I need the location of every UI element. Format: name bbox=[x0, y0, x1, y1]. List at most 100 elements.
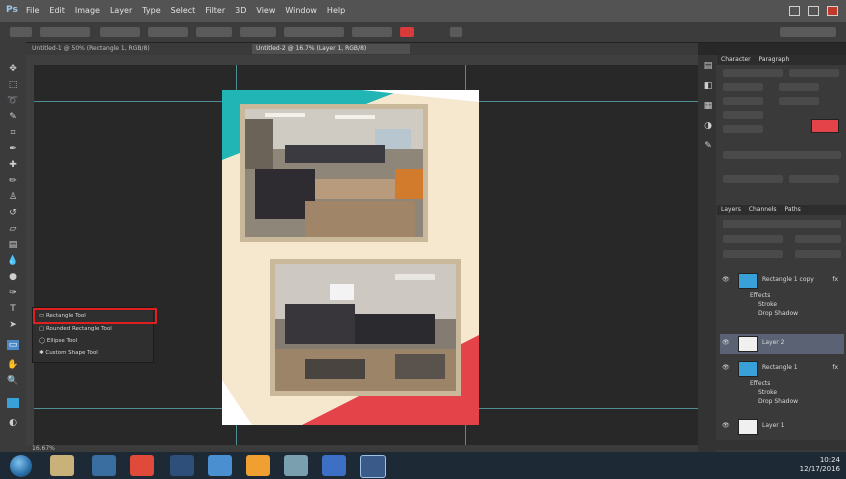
visibility-eye-icon[interactable]: 👁 bbox=[722, 339, 730, 346]
adjustments-panel-icon[interactable]: ◑ bbox=[702, 121, 714, 131]
kerning-field[interactable] bbox=[723, 97, 763, 105]
menu-select[interactable]: Select bbox=[171, 6, 196, 15]
menu-layer[interactable]: Layer bbox=[110, 6, 132, 15]
flyout-item-rounded-rectangle[interactable]: ▢ Rounded Rectangle Tool bbox=[39, 324, 149, 334]
type-tool-icon[interactable]: T bbox=[7, 304, 19, 314]
hand-tool-icon[interactable]: ✋ bbox=[7, 360, 19, 370]
shape-tool-icon[interactable]: ▭ bbox=[7, 340, 19, 350]
media-taskbar-icon[interactable] bbox=[92, 455, 116, 476]
gradient-tool-icon[interactable]: ▤ bbox=[7, 240, 19, 250]
align-edges-button[interactable] bbox=[352, 27, 392, 37]
menu-filter[interactable]: Filter bbox=[205, 6, 225, 15]
blend-mode-select[interactable] bbox=[723, 235, 783, 243]
marquee-tool-icon[interactable]: ⬚ bbox=[7, 80, 19, 90]
type-style-buttons[interactable] bbox=[723, 151, 841, 159]
layer-name[interactable]: Layer 1 bbox=[762, 422, 784, 429]
app-taskbar-icon[interactable] bbox=[170, 455, 194, 476]
move-tool-icon[interactable]: ✥ bbox=[7, 64, 19, 74]
gear-icon[interactable] bbox=[450, 27, 462, 37]
horizontal-scale-field[interactable] bbox=[723, 125, 763, 133]
menu-type[interactable]: Type bbox=[142, 6, 160, 15]
effect-drop-shadow[interactable]: Drop Shadow bbox=[758, 398, 798, 405]
tab-untitled-2[interactable]: Untitled-2 @ 16.7% (Layer 1, RGB/8) bbox=[252, 44, 410, 54]
effect-drop-shadow[interactable]: Drop Shadow bbox=[758, 310, 798, 317]
fill-swatch[interactable] bbox=[100, 27, 140, 37]
system-tray-clock[interactable]: 10:24 12/17/2016 bbox=[800, 456, 840, 474]
photoshop-taskbar-icon[interactable] bbox=[360, 455, 386, 478]
effects-label[interactable]: Effects bbox=[750, 380, 770, 387]
crop-tool-icon[interactable]: ⌗ bbox=[7, 128, 19, 138]
browser-taskbar-icon[interactable] bbox=[130, 455, 154, 476]
eraser-tool-icon[interactable]: ▱ bbox=[7, 224, 19, 234]
illustrator-taskbar-icon[interactable] bbox=[246, 455, 270, 476]
stroke-swatch[interactable] bbox=[148, 27, 188, 37]
close-icon[interactable] bbox=[827, 6, 838, 16]
path-ops-button[interactable] bbox=[284, 27, 344, 37]
properties-panel-icon[interactable]: ◧ bbox=[702, 81, 714, 91]
tab-paragraph[interactable]: Paragraph bbox=[759, 56, 790, 63]
tab-layers[interactable]: Layers bbox=[721, 206, 741, 213]
font-style-select[interactable] bbox=[789, 69, 839, 77]
tab-character[interactable]: Character bbox=[721, 56, 751, 63]
flyout-item-custom-shape[interactable]: ✱ Custom Shape Tool bbox=[39, 348, 149, 358]
anti-alias-select[interactable] bbox=[789, 175, 839, 183]
tab-paths[interactable]: Paths bbox=[784, 206, 800, 213]
history-brush-tool-icon[interactable]: ↺ bbox=[7, 208, 19, 218]
foreground-color-icon[interactable] bbox=[7, 398, 19, 408]
vertical-scale-field[interactable] bbox=[723, 111, 763, 119]
effect-stroke[interactable]: Stroke bbox=[758, 389, 777, 396]
leading-field[interactable] bbox=[779, 83, 819, 91]
language-select[interactable] bbox=[723, 175, 783, 183]
minimize-icon[interactable] bbox=[789, 6, 800, 16]
menu-window[interactable]: Window bbox=[285, 6, 317, 15]
visibility-eye-icon[interactable]: 👁 bbox=[722, 364, 730, 371]
shape-mode-select[interactable] bbox=[40, 27, 90, 37]
layer-name[interactable]: Layer 2 bbox=[762, 339, 784, 346]
menu-view[interactable]: View bbox=[256, 6, 275, 15]
text-color-swatch[interactable] bbox=[811, 119, 839, 133]
layer-row[interactable]: 👁 Rectangle 1 fx bbox=[720, 360, 844, 378]
tool-preset-picker[interactable] bbox=[10, 27, 32, 37]
width-field[interactable] bbox=[196, 27, 232, 37]
stamp-tool-icon[interactable]: ♙ bbox=[7, 192, 19, 202]
brush-tool-icon[interactable]: ✏ bbox=[7, 176, 19, 186]
layer-row[interactable]: 👁 Layer 2 bbox=[720, 334, 844, 354]
eyedropper-tool-icon[interactable]: ✒ bbox=[7, 144, 19, 154]
layer-name[interactable]: Rectangle 1 copy bbox=[762, 276, 814, 283]
healing-tool-icon[interactable]: ✚ bbox=[7, 160, 19, 170]
layer-name[interactable]: Rectangle 1 bbox=[762, 364, 798, 371]
tracking-field[interactable] bbox=[779, 97, 819, 105]
blur-tool-icon[interactable]: 💧 bbox=[7, 256, 19, 266]
tab-untitled-1[interactable]: Untitled-1 @ 50% (Rectangle 1, RGB/8) bbox=[28, 44, 246, 54]
effects-label[interactable]: Effects bbox=[750, 292, 770, 299]
menu-edit[interactable]: Edit bbox=[49, 6, 65, 15]
explorer-taskbar-icon[interactable] bbox=[50, 455, 74, 476]
tab-channels[interactable]: Channels bbox=[749, 206, 777, 213]
maximize-icon[interactable] bbox=[808, 6, 819, 16]
quick-select-tool-icon[interactable]: ✎ bbox=[7, 112, 19, 122]
menu-help[interactable]: Help bbox=[327, 6, 345, 15]
effect-stroke[interactable]: Stroke bbox=[758, 301, 777, 308]
lasso-tool-icon[interactable]: ➰ bbox=[7, 96, 19, 106]
lock-buttons[interactable] bbox=[723, 250, 783, 258]
stroke-color-swatch[interactable] bbox=[400, 27, 414, 37]
opacity-field[interactable] bbox=[795, 235, 841, 243]
chrome-taskbar-icon[interactable] bbox=[208, 455, 232, 476]
photo-frame-top[interactable] bbox=[240, 104, 428, 242]
layer-row[interactable]: 👁 Rectangle 1 copy fx bbox=[720, 272, 844, 290]
fill-field[interactable] bbox=[795, 250, 841, 258]
font-size-field[interactable] bbox=[723, 83, 763, 91]
path-select-tool-icon[interactable]: ➤ bbox=[7, 320, 19, 330]
zoom-tool-icon[interactable]: 🔍 bbox=[7, 376, 19, 386]
height-field[interactable] bbox=[240, 27, 276, 37]
camera-taskbar-icon[interactable] bbox=[284, 455, 308, 476]
workspace-select[interactable] bbox=[780, 27, 836, 37]
menu-file[interactable]: File bbox=[26, 6, 39, 15]
menu-3d[interactable]: 3D bbox=[235, 6, 246, 15]
word-taskbar-icon[interactable] bbox=[322, 455, 346, 476]
visibility-eye-icon[interactable]: 👁 bbox=[722, 422, 730, 429]
zoom-level[interactable]: 16.67% bbox=[32, 445, 55, 452]
brush-panel-icon[interactable]: ✎ bbox=[702, 141, 714, 151]
flyout-item-ellipse[interactable]: ◯ Ellipse Tool bbox=[39, 336, 149, 346]
swatches-panel-icon[interactable]: ▦ bbox=[702, 101, 714, 111]
